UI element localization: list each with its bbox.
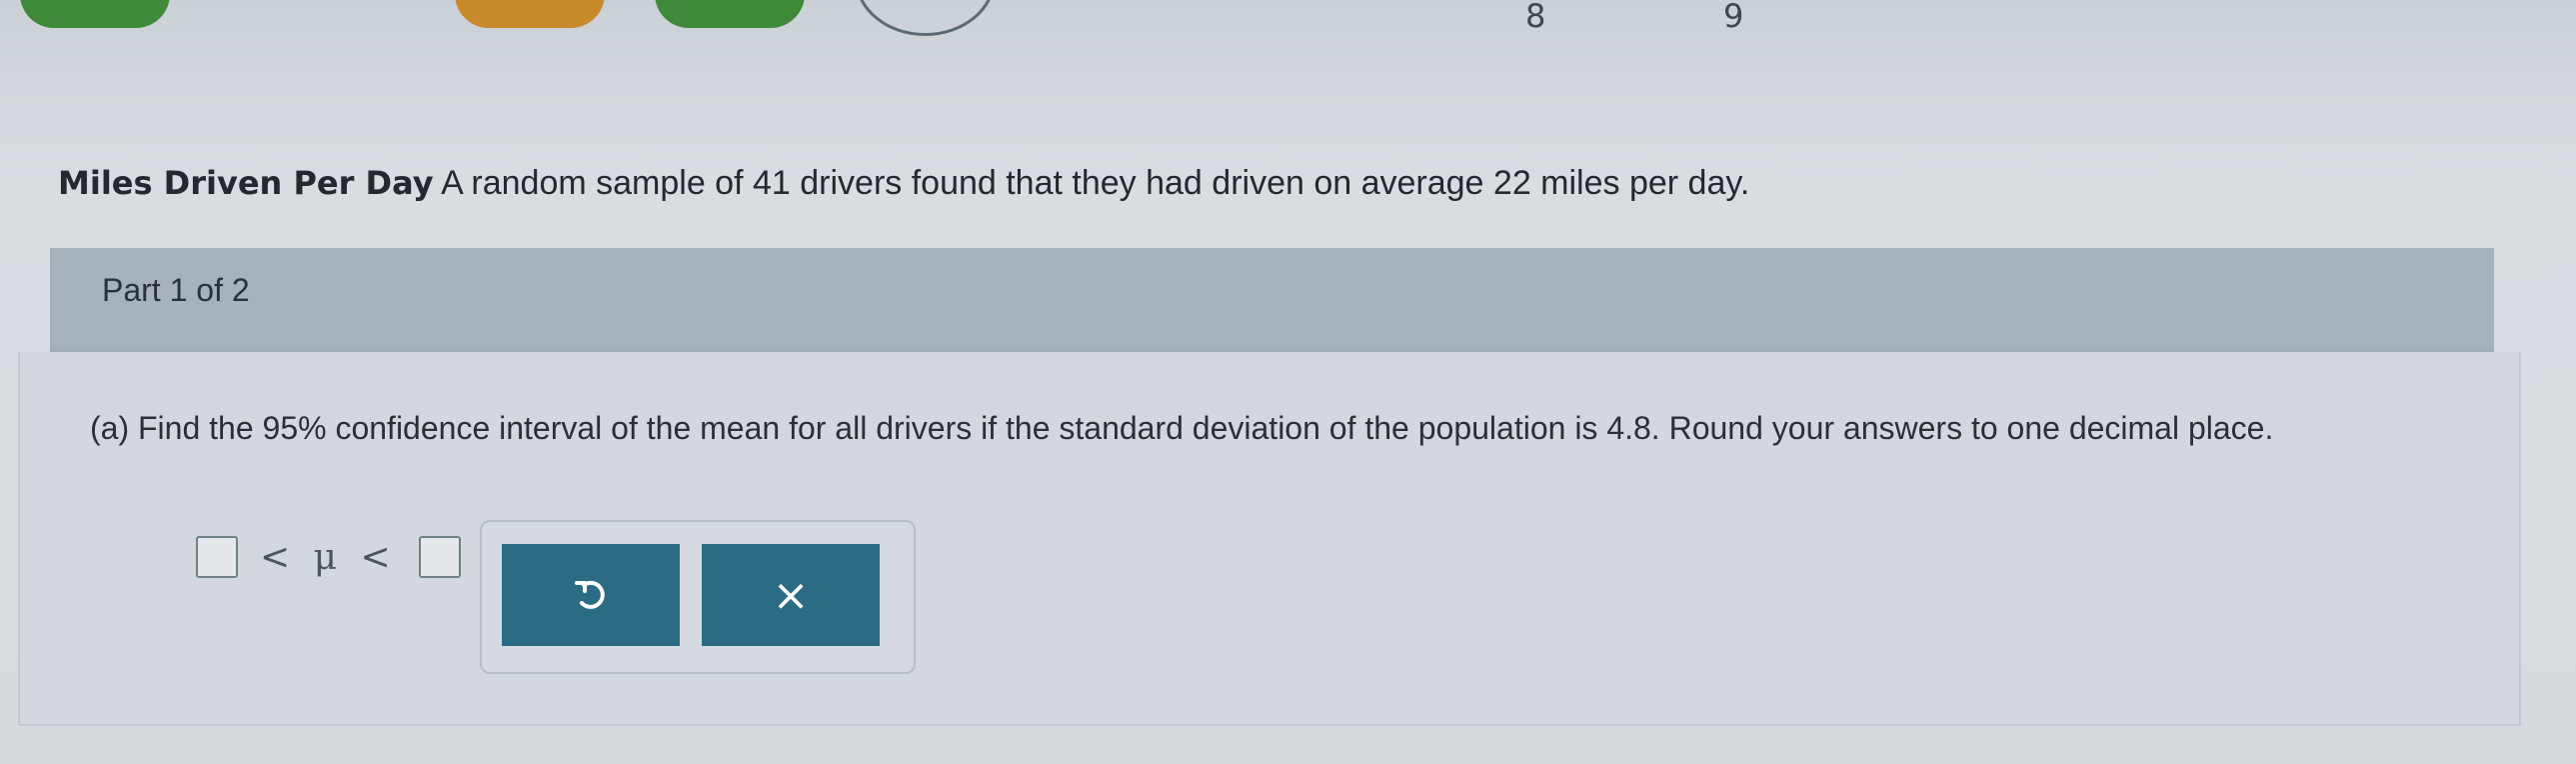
instruction-text: (a) Find the 95% confidence interval of … — [90, 410, 2274, 446]
step-number-8[interactable]: 8 — [1525, 0, 1545, 32]
question-title: Miles Driven Per Day A random sample of … — [58, 164, 1749, 203]
step-current-circle[interactable] — [855, 0, 996, 36]
step-number-9[interactable]: 9 — [1723, 0, 1743, 32]
undo-button[interactable] — [502, 544, 680, 646]
undo-icon — [575, 580, 605, 609]
question-title-text: A random sample of 41 drivers found that… — [441, 164, 1750, 202]
part-label: Part 1 of 2 — [102, 272, 250, 308]
step-completed-pill[interactable] — [655, 0, 805, 28]
clear-button[interactable]: × — [702, 544, 880, 646]
part-header: Part 1 of 2 — [50, 248, 2494, 352]
answer-tools-panel: × — [480, 520, 916, 674]
close-icon: × — [772, 569, 810, 621]
progress-bar: 8 9 — [0, 0, 2576, 85]
upper-bound-input[interactable] — [418, 536, 461, 578]
answer-row: < μ < — [196, 522, 461, 592]
step-completed-pill[interactable] — [455, 0, 605, 28]
question-title-bold: Miles Driven Per Day — [58, 164, 434, 202]
mu-inequality: < μ < — [260, 536, 397, 578]
lower-bound-input[interactable] — [196, 536, 238, 578]
step-completed-pill[interactable] — [20, 0, 170, 28]
